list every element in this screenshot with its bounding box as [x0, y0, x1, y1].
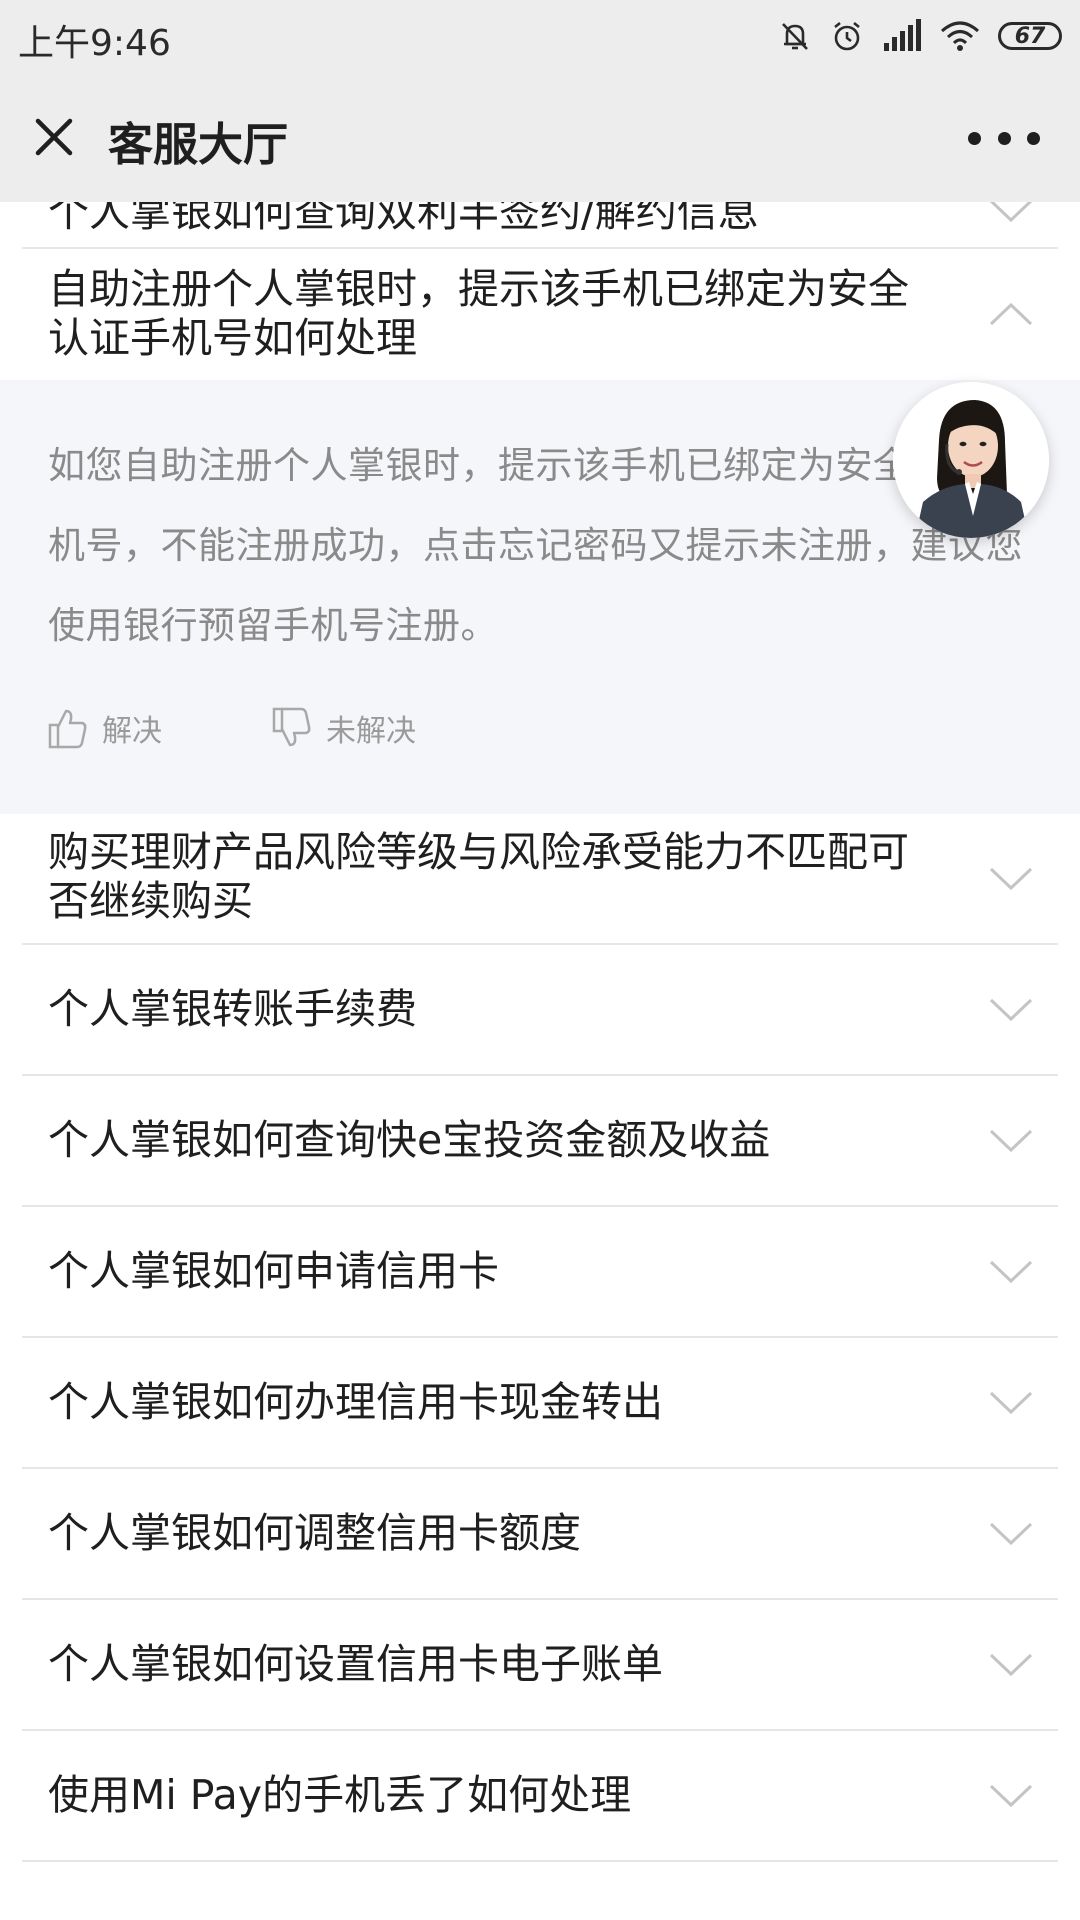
mute-icon: [782, 23, 808, 50]
faq-item[interactable]: 个人掌银如何申请信用卡: [22, 1207, 1058, 1338]
chevron-up-icon: [988, 301, 1034, 327]
wifi-icon: [941, 21, 979, 51]
faq-question: 购买理财产品风险等级与风险承受能力不匹配可否继续购买: [48, 828, 909, 925]
status-bar: 上午9:46 67: [0, 0, 1080, 72]
faq-item[interactable]: 个人掌银如何查询双利丰签约/解约信息: [22, 202, 1058, 249]
alarm-icon: [834, 21, 860, 51]
chevron-down-icon: [988, 1783, 1034, 1809]
close-icon[interactable]: [30, 113, 78, 161]
customer-service-avatar[interactable]: [893, 382, 1049, 538]
faq-question: 个人掌银如何查询快e宝投资金额及收益: [48, 1116, 771, 1164]
faq-question: 自助注册个人掌银时，提示该手机已绑定为安全认证手机号如何处理: [48, 265, 909, 362]
chevron-down-icon: [988, 997, 1034, 1023]
chevron-down-icon: [988, 866, 1034, 892]
thumbs-down-icon: [272, 707, 311, 747]
page-title: 客服大厅: [108, 118, 289, 171]
signal-icon: [884, 19, 921, 51]
faq-item[interactable]: 个人掌银如何办理信用卡现金转出: [22, 1338, 1058, 1469]
faq-question: 个人掌银如何查询双利丰签约/解约信息: [48, 202, 759, 236]
faq-item[interactable]: 个人掌银如何调整信用卡额度: [22, 1469, 1058, 1600]
faq-question: 个人掌银如何调整信用卡额度: [48, 1509, 581, 1557]
feedback-row: 解决 未解决: [48, 698, 1032, 758]
faq-question: 使用Mi Pay的手机丢了如何处理: [48, 1771, 632, 1819]
faq-item[interactable]: 使用Mi Pay的手机丢了如何处理: [22, 1731, 1058, 1862]
thumbs-up-icon: [48, 709, 87, 749]
resolved-button[interactable]: 解决: [48, 706, 162, 750]
chevron-down-icon: [988, 1390, 1034, 1416]
chevron-down-icon: [988, 1128, 1034, 1154]
faq-question: 个人掌银如何办理信用卡现金转出: [48, 1378, 663, 1426]
chevron-down-icon: [988, 202, 1034, 224]
faq-question: 个人掌银如何申请信用卡: [48, 1247, 499, 1295]
chevron-down-icon: [988, 1652, 1034, 1678]
answer-text: 如您自助注册个人掌银时，提示该手机已绑定为安全认证手机号，不能注册成功，点击忘记…: [48, 444, 1023, 647]
status-icons: 67: [778, 14, 1062, 58]
nav-bar: 客服大厅: [0, 72, 1080, 202]
resolved-label: 解决: [102, 714, 162, 749]
agent-avatar-icon: [893, 382, 1049, 538]
status-time: 上午9:46: [18, 23, 171, 64]
faq-item[interactable]: 个人掌银如何设置信用卡电子账单: [22, 1600, 1058, 1731]
faq-item-expanded[interactable]: 自助注册个人掌银时，提示该手机已绑定为安全认证手机号如何处理: [22, 249, 1058, 380]
faq-question: 个人掌银如何设置信用卡电子账单: [48, 1640, 663, 1688]
unresolved-label: 未解决: [326, 714, 416, 749]
faq-question: 个人掌银转账手续费: [48, 985, 417, 1033]
unresolved-button[interactable]: 未解决: [272, 706, 416, 750]
more-icon[interactable]: [968, 126, 1040, 150]
chevron-down-icon: [988, 1521, 1034, 1547]
chevron-down-icon: [988, 1259, 1034, 1285]
battery-icon: 67: [998, 22, 1062, 50]
faq-item[interactable]: 购买理财产品风险等级与风险承受能力不匹配可否继续购买: [22, 814, 1058, 945]
faq-item[interactable]: 个人掌银如何查询快e宝投资金额及收益: [22, 1076, 1058, 1207]
faq-item[interactable]: 个人掌银转账手续费: [22, 945, 1058, 1076]
